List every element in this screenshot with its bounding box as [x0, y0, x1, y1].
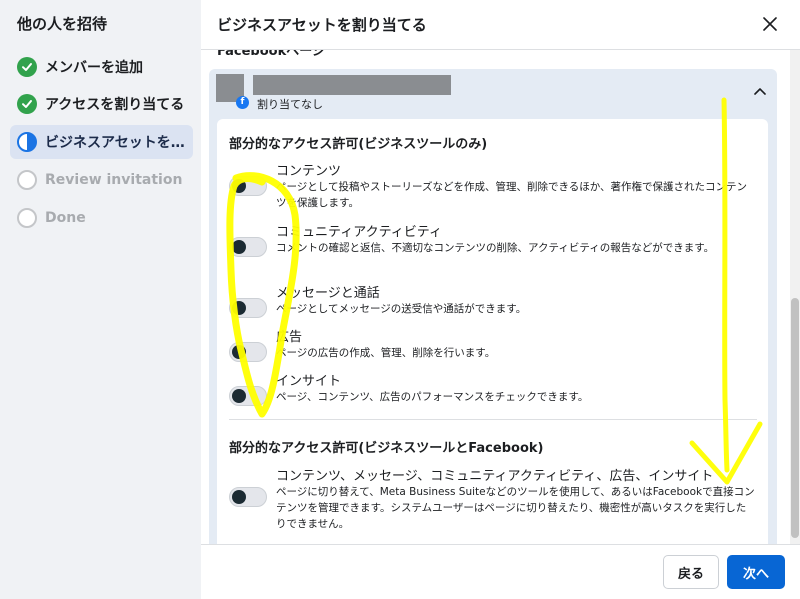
- permission-description: ページの広告の作成、管理、削除を行います。: [276, 347, 496, 359]
- toggle-switch[interactable]: [229, 487, 267, 507]
- toggle-switch[interactable]: [229, 342, 267, 362]
- step-label: ビジネスアセットを割り当てる: [45, 135, 193, 151]
- dialog-footer: 戻る 次へ: [201, 544, 800, 599]
- step-label: Done: [45, 210, 86, 226]
- permission-description: ページとしてメッセージの送受信や通話ができます。: [276, 303, 527, 315]
- step-label: Review invitation: [45, 172, 183, 188]
- toggle-switch[interactable]: [229, 298, 267, 318]
- permission-title: コンテンツ: [276, 164, 342, 179]
- close-button[interactable]: [758, 12, 782, 36]
- group-title: 部分的なアクセス許可(ビジネスツールのみ): [229, 137, 488, 152]
- chevron-up-icon: [754, 88, 766, 95]
- facebook-icon: f: [236, 96, 249, 109]
- dialog-content[interactable]: Facebookページ f 割り当てなし 部分的なアクセス許可(ビジネスツールの…: [201, 50, 800, 544]
- step-add-members[interactable]: メンバーを追加: [10, 50, 193, 84]
- check-circle-icon: [17, 94, 37, 114]
- permission-title: 広告: [276, 330, 303, 345]
- step-label: メンバーを追加: [45, 60, 143, 76]
- group-title: 部分的なアクセス許可(ビジネスツールとFacebook): [229, 441, 544, 456]
- next-button[interactable]: 次へ: [727, 555, 785, 589]
- toggle-switch[interactable]: [229, 386, 267, 406]
- section-label: Facebookページ: [217, 50, 325, 59]
- permissions-panel: 部分的なアクセス許可(ビジネスツールのみ) コンテンツ ページとして投稿やストー…: [217, 119, 768, 544]
- permission-title: インサイト: [276, 374, 342, 389]
- empty-circle-icon: [17, 208, 37, 228]
- permission-title: コンテンツ、メッセージ、コミュニティアクティビティ、広告、インサイト: [276, 469, 714, 484]
- half-circle-icon: [17, 132, 37, 152]
- step-review-invitation: Review invitation: [10, 163, 193, 197]
- permission-title: コミュニティアクティビティ: [276, 225, 443, 240]
- scrollbar-thumb[interactable]: [791, 298, 799, 538]
- check-circle-icon: [17, 57, 37, 77]
- step-done: Done: [10, 201, 193, 235]
- asset-card: f 割り当てなし 部分的なアクセス許可(ビジネスツールのみ) コンテンツ ページ…: [209, 69, 777, 544]
- dialog-header: ビジネスアセットを割り当てる: [201, 0, 800, 50]
- assign-assets-dialog: ビジネスアセットを割り当てる Facebookページ f 割り当てなし 部分的な…: [201, 0, 800, 599]
- toggle-switch[interactable]: [229, 176, 267, 196]
- close-icon: [763, 17, 777, 31]
- scrollbar[interactable]: [790, 50, 800, 544]
- empty-circle-icon: [17, 170, 37, 190]
- step-label: アクセスを割り当てる: [45, 97, 185, 113]
- asset-name-redacted: [253, 75, 451, 95]
- back-button[interactable]: 戻る: [663, 555, 719, 589]
- collapse-button[interactable]: [750, 81, 770, 101]
- permission-description: ページに切り替えて、Meta Business Suiteなどのツールを使用して…: [276, 486, 755, 530]
- step-assign-access[interactable]: アクセスを割り当てる: [10, 87, 193, 121]
- permission-description: ページとして投稿やストーリーズなどを作成、管理、削除できるほか、著作権で保護され…: [276, 181, 748, 209]
- wizard-sidebar: 他の人を招待 メンバーを追加 アクセスを割り当てる ビジネスアセットを割り当てる…: [0, 0, 201, 599]
- sidebar-title: 他の人を招待: [17, 15, 108, 33]
- permission-description: コメントの確認と返信、不適切なコンテンツの削除、アクティビティの報告などができま…: [276, 242, 715, 254]
- divider: [229, 419, 757, 420]
- dialog-title: ビジネスアセットを割り当てる: [217, 16, 427, 34]
- step-assign-business-assets[interactable]: ビジネスアセットを割り当てる: [10, 125, 193, 159]
- toggle-switch[interactable]: [229, 237, 267, 257]
- permission-title: メッセージと通話: [276, 286, 380, 301]
- asset-status: 割り当てなし: [257, 98, 323, 111]
- permission-description: ページ、コンテンツ、広告のパフォーマンスをチェックできます。: [276, 391, 589, 403]
